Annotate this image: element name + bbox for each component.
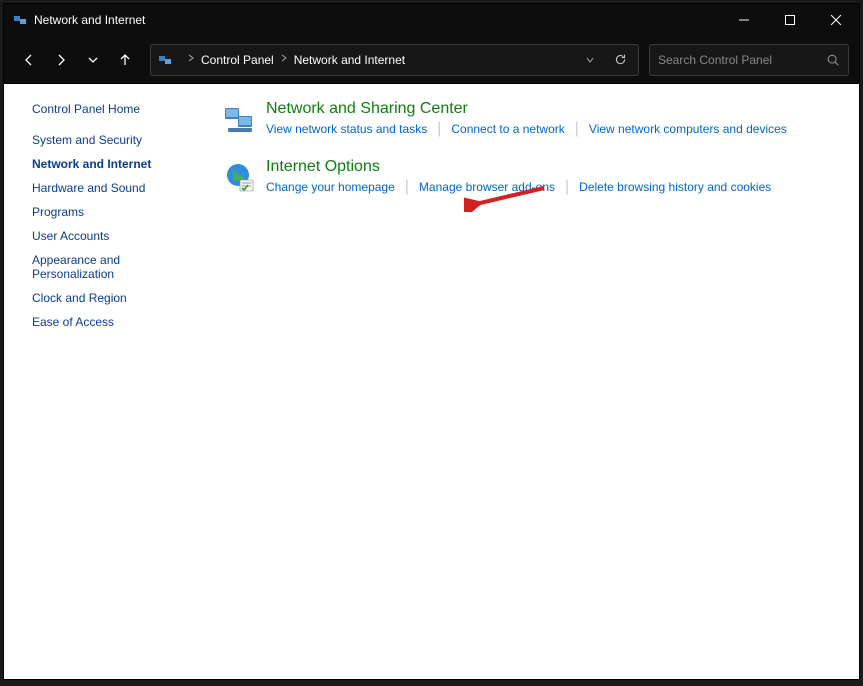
category-title-network-sharing[interactable]: Network and Sharing Center: [266, 100, 468, 118]
link-view-network-computers[interactable]: View network computers and devices: [589, 122, 787, 136]
main-panel: Network and Sharing Center View network …: [214, 84, 859, 679]
network-icon: [12, 12, 28, 28]
sidebar: Control Panel Home System and Security N…: [4, 84, 214, 679]
link-manage-addons[interactable]: Manage browser add-ons: [419, 180, 555, 194]
chevron-right-icon[interactable]: [187, 54, 195, 65]
sidebar-control-panel-home[interactable]: Control Panel Home: [4, 102, 214, 128]
searchbox[interactable]: [649, 44, 849, 76]
link-delete-history[interactable]: Delete browsing history and cookies: [579, 180, 771, 194]
address-dropdown-button[interactable]: [578, 48, 602, 72]
link-connect-network[interactable]: Connect to a network: [451, 122, 564, 136]
separator: |: [575, 120, 579, 138]
category-title-internet-options[interactable]: Internet Options: [266, 158, 380, 176]
category-network-sharing: Network and Sharing Center View network …: [220, 100, 839, 140]
sidebar-item-system-security[interactable]: System and Security: [4, 128, 214, 152]
internet-options-icon: [220, 158, 260, 198]
sidebar-item-network-internet[interactable]: Network and Internet: [4, 152, 214, 176]
sidebar-item-programs[interactable]: Programs: [4, 200, 214, 224]
window-title: Network and Internet: [34, 13, 145, 27]
close-button[interactable]: [813, 4, 859, 36]
recent-locations-button[interactable]: [78, 45, 108, 75]
category-internet-options: Internet Options Change your homepage | …: [220, 158, 839, 198]
sidebar-item-appearance[interactable]: Appearance and Personalization: [4, 248, 154, 286]
maximize-button[interactable]: [767, 4, 813, 36]
toolbar: Control Panel Network and Internet: [4, 36, 859, 84]
refresh-button[interactable]: [608, 48, 632, 72]
chevron-right-icon[interactable]: [280, 54, 288, 65]
search-input[interactable]: [658, 53, 826, 67]
network-icon: [157, 52, 173, 68]
separator: |: [565, 178, 569, 196]
sidebar-item-hardware-sound[interactable]: Hardware and Sound: [4, 176, 214, 200]
forward-button[interactable]: [46, 45, 76, 75]
link-view-network-status[interactable]: View network status and tasks: [266, 122, 427, 136]
up-button[interactable]: [110, 45, 140, 75]
back-button[interactable]: [14, 45, 44, 75]
separator: |: [437, 120, 441, 138]
network-sharing-icon: [220, 100, 260, 140]
sidebar-item-clock-region[interactable]: Clock and Region: [4, 286, 214, 310]
link-change-homepage[interactable]: Change your homepage: [266, 180, 395, 194]
addressbar[interactable]: Control Panel Network and Internet: [150, 44, 639, 76]
sidebar-item-ease-access[interactable]: Ease of Access: [4, 310, 214, 334]
titlebar: Network and Internet: [4, 4, 859, 36]
titlebar-controls: [721, 4, 859, 36]
control-panel-window: Network and Internet: [3, 3, 860, 680]
content-area: Control Panel Home System and Security N…: [4, 84, 859, 679]
minimize-button[interactable]: [721, 4, 767, 36]
breadcrumb-network-and-internet[interactable]: Network and Internet: [294, 53, 405, 67]
breadcrumb-control-panel[interactable]: Control Panel: [201, 53, 274, 67]
search-icon[interactable]: [826, 53, 840, 67]
sidebar-item-user-accounts[interactable]: User Accounts: [4, 224, 214, 248]
separator: |: [405, 178, 409, 196]
